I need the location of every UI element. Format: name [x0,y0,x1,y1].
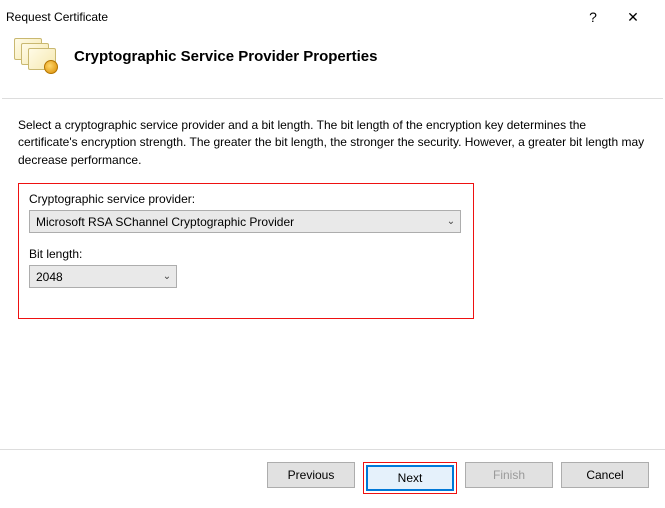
finish-button: Finish [465,462,553,488]
wizard-footer: Previous Next Finish Cancel [0,449,665,508]
help-icon[interactable]: ? [575,9,611,25]
chevron-down-icon: ⌄ [158,271,176,282]
cancel-button[interactable]: Cancel [561,462,649,488]
close-icon[interactable]: ✕ [611,9,655,26]
window-title: Request Certificate [6,10,575,24]
provider-select[interactable]: Microsoft RSA SChannel Cryptographic Pro… [29,210,461,233]
titlebar: Request Certificate ? ✕ [0,0,665,30]
page-title: Cryptographic Service Provider Propertie… [74,48,377,65]
content-area: Select a cryptographic service provider … [0,99,665,319]
provider-select-value: Microsoft RSA SChannel Cryptographic Pro… [36,215,294,229]
fields-highlight-box: Cryptographic service provider: Microsof… [18,183,474,319]
next-button[interactable]: Next [366,465,454,491]
chevron-down-icon: ⌄ [442,216,460,227]
bit-length-select[interactable]: 2048 ⌄ [29,265,177,288]
previous-button[interactable]: Previous [267,462,355,488]
bit-length-select-value: 2048 [36,270,63,284]
description-text: Select a cryptographic service provider … [18,117,647,169]
provider-label: Cryptographic service provider: [29,192,463,206]
certificate-icon [14,38,58,74]
bit-length-label: Bit length: [29,247,463,261]
wizard-header: Cryptographic Service Provider Propertie… [0,30,665,98]
next-button-highlight: Next [363,462,457,494]
